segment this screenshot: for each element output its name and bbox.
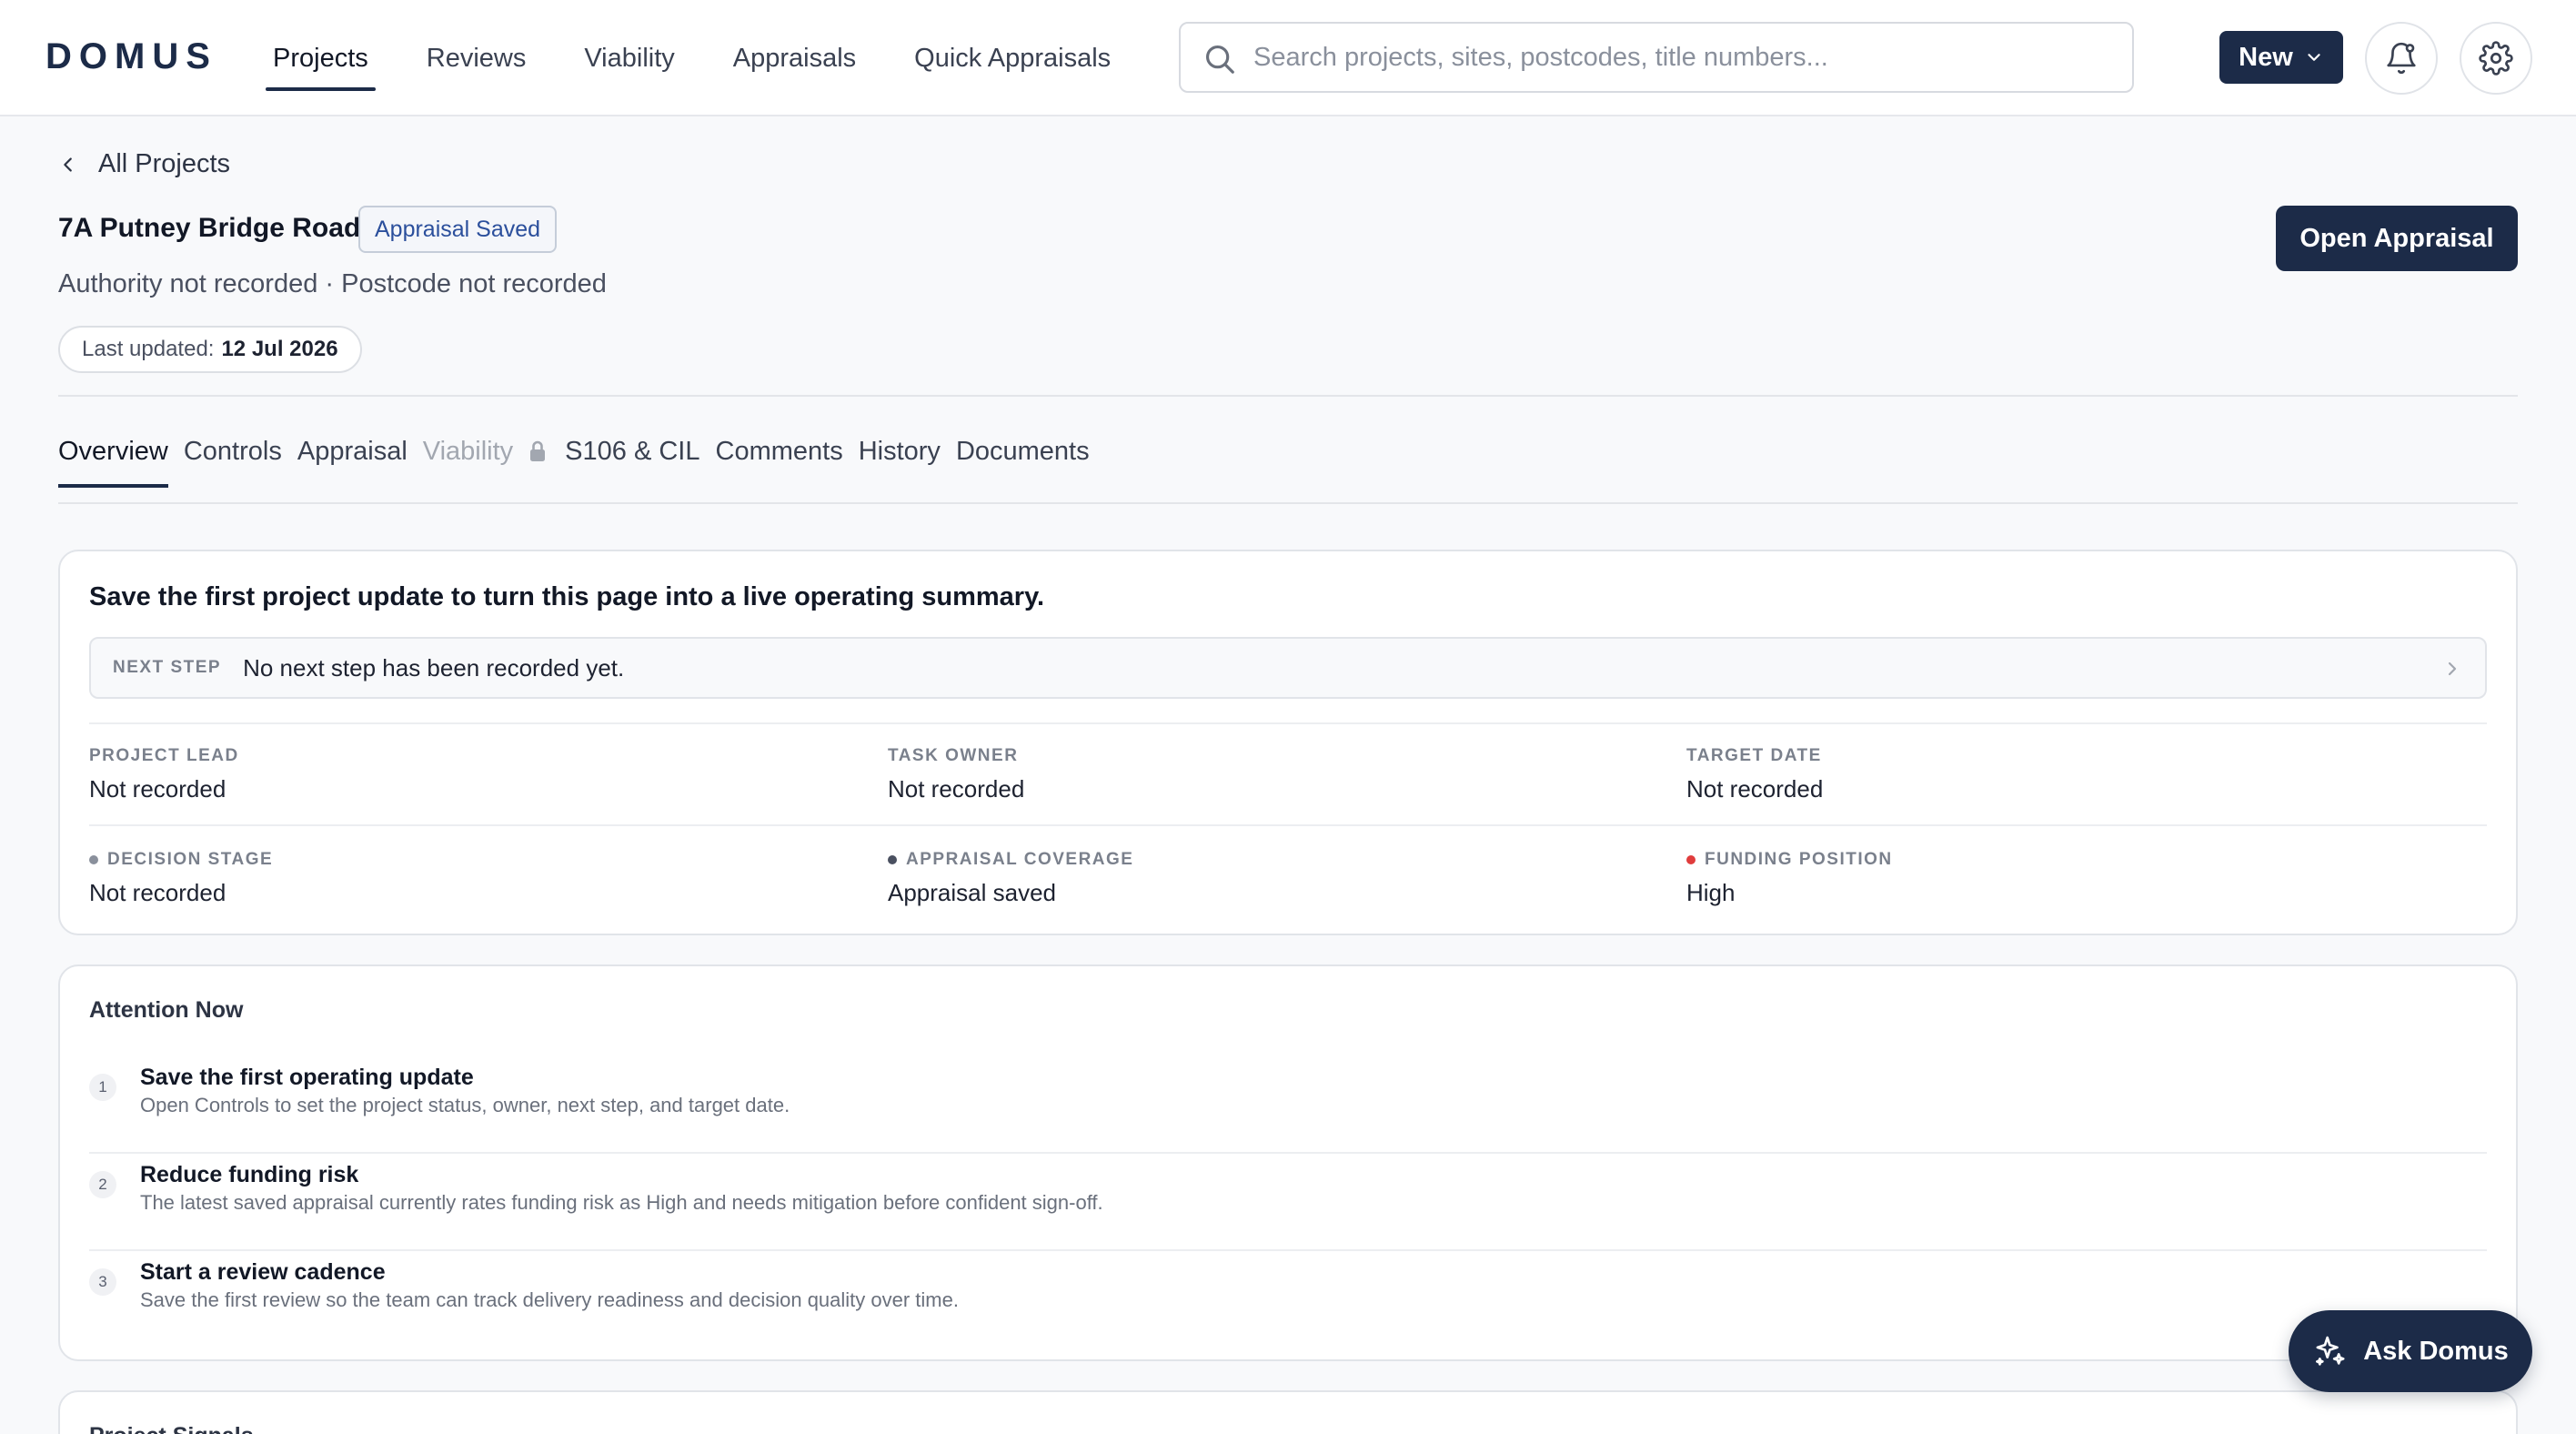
tab-appraisal[interactable]: Appraisal bbox=[297, 415, 408, 488]
page-title: 7A Putney Bridge Road bbox=[58, 213, 361, 243]
attention-now-card: Attention Now 1 Save the first operating… bbox=[58, 964, 2518, 1361]
tab-documents[interactable]: Documents bbox=[956, 415, 1090, 488]
last-updated-pill: Last updated: 12 Jul 2026 bbox=[58, 326, 362, 373]
field-value: Appraisal saved bbox=[888, 879, 1056, 906]
field-label: TARGET DATE bbox=[1686, 746, 1822, 765]
top-navigation-bar: DOMUS Projects Reviews Viability Apprais… bbox=[0, 0, 2576, 116]
field-task-owner: TASK OWNER Not recorded bbox=[888, 746, 1024, 803]
ask-domus-button[interactable]: Ask Domus bbox=[2289, 1310, 2532, 1392]
nav-item-viability[interactable]: Viability bbox=[575, 0, 683, 116]
signals-title: Project Signals bbox=[89, 1423, 254, 1434]
status-badge: Appraisal Saved bbox=[358, 206, 558, 253]
tab-history[interactable]: History bbox=[859, 415, 941, 488]
status-dot bbox=[1686, 855, 1696, 864]
divider bbox=[89, 824, 2487, 826]
field-value: Not recorded bbox=[1686, 775, 1824, 803]
field-value: Not recorded bbox=[89, 879, 226, 906]
divider bbox=[58, 395, 2518, 397]
search-input[interactable] bbox=[1253, 24, 2118, 91]
nav-item-quick-appraisals[interactable]: Quick Appraisals bbox=[905, 0, 1120, 116]
bell-icon bbox=[2387, 42, 2416, 75]
tab-comments[interactable]: Comments bbox=[716, 415, 843, 488]
project-location-subline: Authority not recorded · Postcode not re… bbox=[58, 269, 607, 298]
chevron-right-icon bbox=[2448, 661, 2457, 676]
field-label: DECISION STAGE bbox=[107, 850, 274, 869]
chevron-left-icon bbox=[64, 157, 72, 172]
field-label: TASK OWNER bbox=[888, 746, 1019, 765]
item-number: 3 bbox=[89, 1268, 116, 1296]
next-step-value: No next step has been recorded yet. bbox=[243, 653, 625, 682]
divider bbox=[58, 502, 2518, 504]
nav-item-appraisals[interactable]: Appraisals bbox=[724, 0, 865, 116]
field-appraisal-coverage: APPRAISAL COVERAGE Appraisal saved bbox=[888, 850, 1133, 907]
item-title: Reduce funding risk bbox=[140, 1162, 359, 1187]
field-label: PROJECT LEAD bbox=[89, 746, 239, 765]
project-tabs: Overview Controls Appraisal Viability S1… bbox=[58, 415, 1105, 488]
next-step-label: NEXT STEP bbox=[113, 658, 222, 677]
sparkle-icon bbox=[2316, 1336, 2345, 1366]
field-value: Not recorded bbox=[888, 775, 1025, 803]
field-label: APPRAISAL COVERAGE bbox=[906, 850, 1134, 869]
ask-domus-label: Ask Domus bbox=[2363, 1336, 2509, 1366]
back-to-all-projects-link[interactable]: All Projects bbox=[58, 149, 230, 179]
operating-summary-card: Save the first project update to turn th… bbox=[58, 550, 2518, 935]
main-nav: Projects Reviews Viability Appraisals Qu… bbox=[264, 0, 1160, 116]
field-funding-position: FUNDING POSITION High bbox=[1686, 850, 1893, 907]
item-title: Save the first operating update bbox=[140, 1065, 474, 1090]
item-description: Open Controls to set the project status,… bbox=[140, 1094, 790, 1116]
tab-controls[interactable]: Controls bbox=[184, 415, 282, 488]
item-description: Save the first review so the team can tr… bbox=[140, 1288, 959, 1311]
next-step-row[interactable]: NEXT STEP No next step has been recorded… bbox=[89, 637, 2487, 699]
list-item[interactable]: 2 Reduce funding risk The latest saved a… bbox=[89, 1153, 2487, 1251]
item-title: Start a review cadence bbox=[140, 1259, 386, 1285]
list-item[interactable]: 3 Start a review cadence Save the first … bbox=[89, 1250, 2487, 1348]
chevron-down-icon bbox=[2308, 54, 2320, 61]
item-number: 1 bbox=[89, 1074, 116, 1101]
last-updated-label: Last updated: bbox=[82, 337, 215, 361]
field-value: High bbox=[1686, 879, 1736, 906]
status-dot bbox=[89, 855, 98, 864]
status-dot bbox=[888, 855, 897, 864]
settings-button[interactable] bbox=[2460, 22, 2532, 95]
divider bbox=[89, 722, 2487, 724]
tab-s106-cil[interactable]: S106 & CIL bbox=[565, 415, 699, 488]
last-updated-value: 12 Jul 2026 bbox=[221, 337, 338, 361]
field-label: FUNDING POSITION bbox=[1705, 850, 1893, 869]
tab-overview[interactable]: Overview bbox=[58, 415, 168, 488]
tab-viability: Viability bbox=[422, 436, 514, 466]
gear-icon bbox=[2479, 41, 2513, 76]
notifications-button[interactable] bbox=[2365, 22, 2438, 95]
search-box bbox=[1179, 22, 2134, 93]
field-decision-stage: DECISION STAGE Not recorded bbox=[89, 850, 273, 907]
list-item[interactable]: 1 Save the first operating update Open C… bbox=[89, 1055, 2487, 1154]
summary-heading: Save the first project update to turn th… bbox=[89, 582, 1045, 611]
item-description: The latest saved appraisal currently rat… bbox=[140, 1191, 1103, 1214]
search-icon bbox=[1205, 45, 1234, 74]
app-logo[interactable]: DOMUS bbox=[45, 36, 217, 77]
back-link-label: All Projects bbox=[98, 149, 231, 178]
nav-item-reviews[interactable]: Reviews bbox=[418, 0, 536, 116]
lock-icon bbox=[530, 440, 546, 461]
field-target-date: TARGET DATE Not recorded bbox=[1686, 746, 1823, 803]
new-button[interactable]: New bbox=[2219, 31, 2343, 84]
open-appraisal-button[interactable]: Open Appraisal bbox=[2276, 206, 2518, 271]
nav-item-projects[interactable]: Projects bbox=[264, 0, 377, 116]
field-value: Not recorded bbox=[89, 775, 226, 803]
item-number: 2 bbox=[89, 1171, 116, 1198]
project-signals-card: Project Signals bbox=[58, 1390, 2518, 1434]
field-project-lead: PROJECT LEAD Not recorded bbox=[89, 746, 239, 803]
new-button-label: New bbox=[2239, 42, 2293, 72]
attention-title: Attention Now bbox=[89, 997, 244, 1023]
